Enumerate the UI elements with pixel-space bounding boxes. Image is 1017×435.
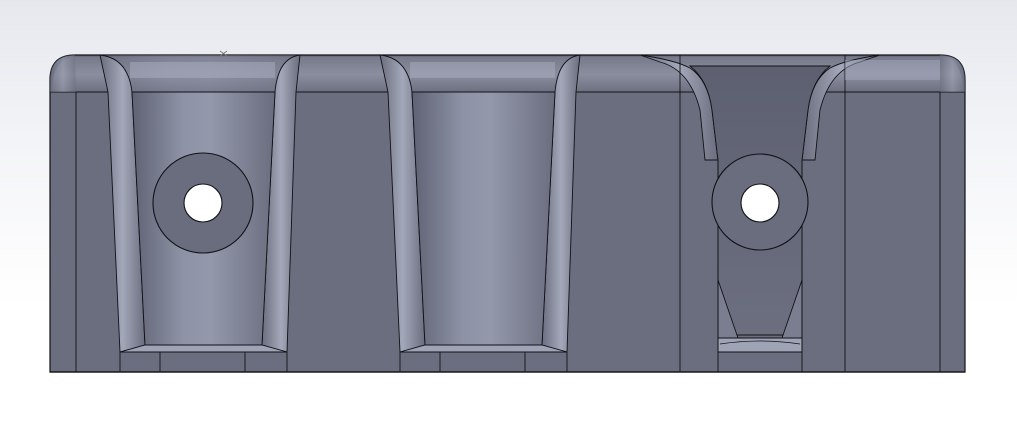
right-end-fillet — [940, 55, 965, 92]
rim-highlight-2 — [410, 62, 555, 78]
pocket-2[interactable] — [379, 54, 581, 372]
mounting-hole-1[interactable] — [152, 152, 254, 254]
part-model[interactable] — [0, 0, 1017, 435]
left-end-fillet — [50, 55, 76, 92]
rim-highlight-1 — [130, 62, 275, 78]
cad-viewport[interactable] — [0, 0, 1017, 435]
rim-highlight-3 — [845, 60, 940, 80]
